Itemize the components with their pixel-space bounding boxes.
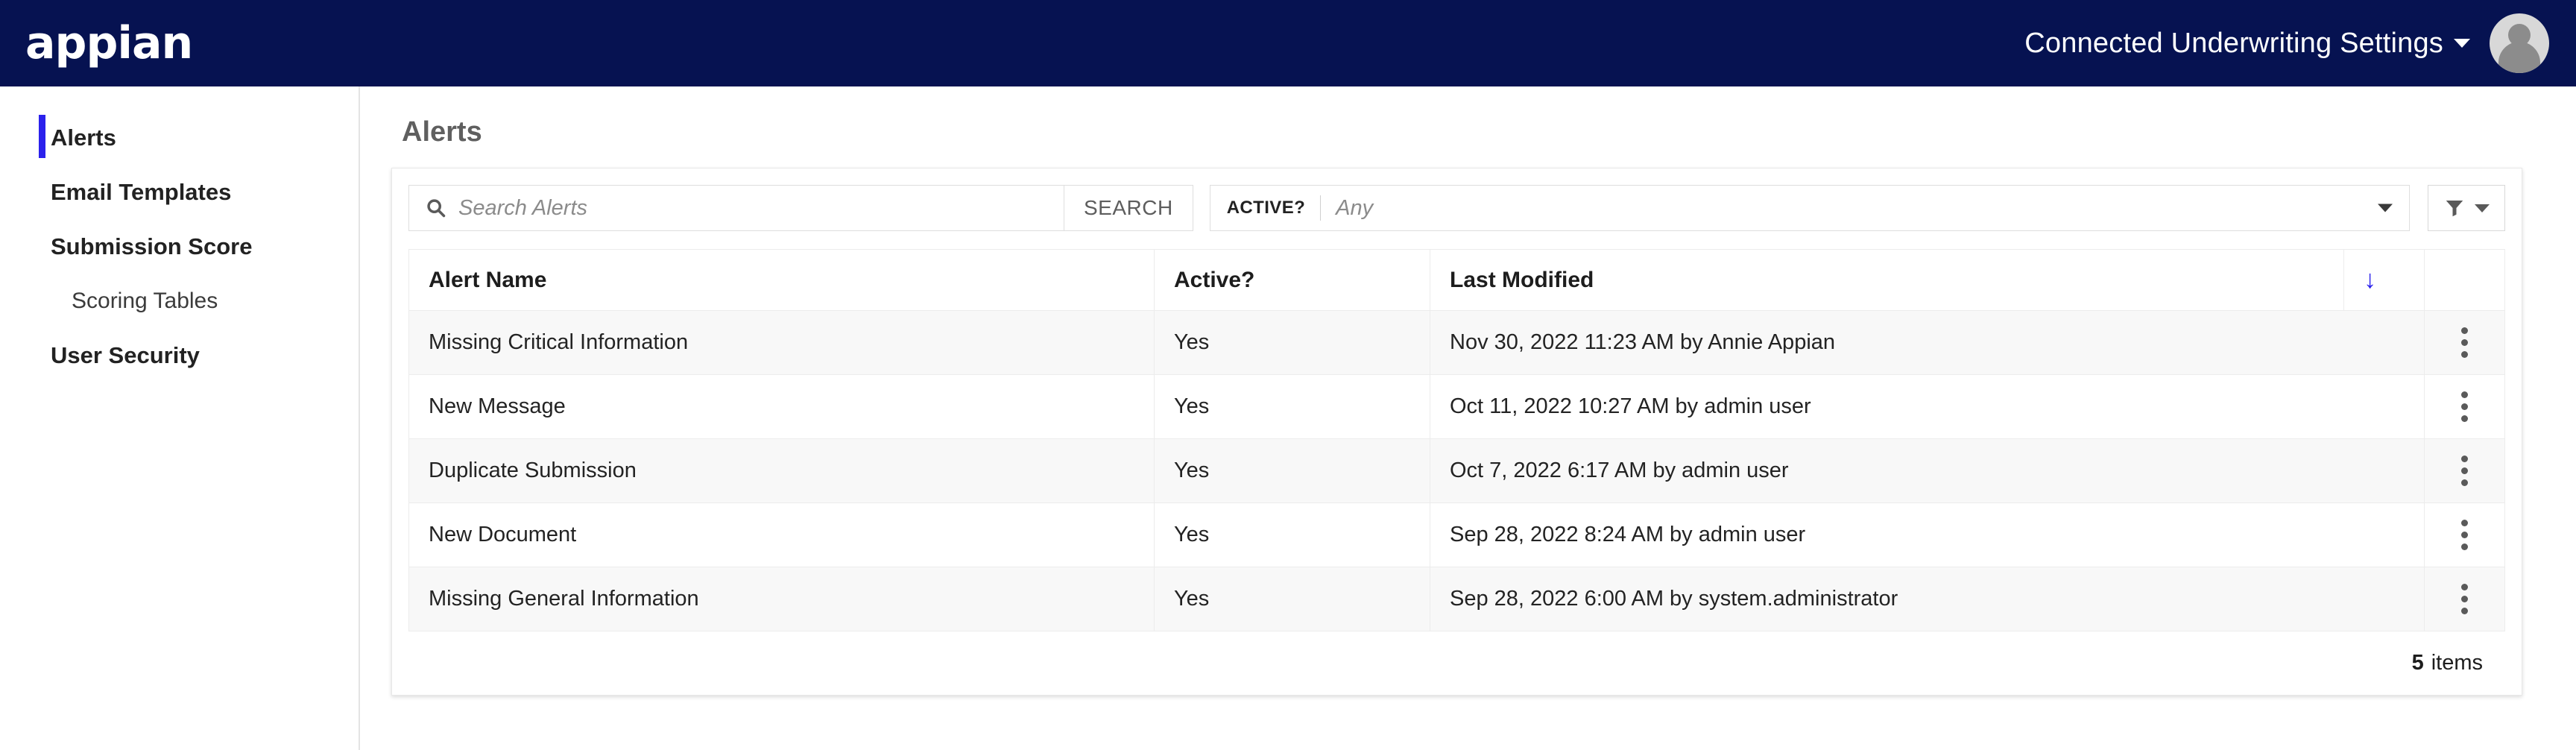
cell-active: Yes [1154,438,1430,503]
column-header-alert-name[interactable]: Alert Name [408,249,1155,311]
kebab-menu-icon[interactable] [2444,584,2485,614]
chevron-down-icon [2378,204,2393,212]
column-header-actions [2424,249,2505,311]
sidebar-item-label: User Security [51,341,200,368]
sidebar-item-label: Submission Score [51,233,253,260]
table-row[interactable]: New Document Yes Sep 28, 2022 8:24 AM by… [408,502,2505,567]
kebab-menu-icon[interactable] [2444,456,2485,486]
chevron-down-icon [2475,204,2490,212]
cell-active: Yes [1154,310,1430,375]
kebab-menu-icon[interactable] [2444,391,2485,422]
app-header: appian Connected Underwriting Settings [0,0,2576,86]
row-menu-cell[interactable] [2424,567,2505,631]
table-row[interactable]: Missing Critical Information Yes Nov 30,… [408,310,2505,375]
cell-last-modified: Oct 11, 2022 10:27 AM by admin user [1430,374,2425,439]
main-content: Alerts SEARCH ACTIVE? A [360,86,2576,750]
active-filter-label: ACTIVE? [1226,198,1306,218]
column-header-active[interactable]: Active? [1154,249,1430,311]
column-header-last-modified[interactable]: Last Modified [1430,249,2344,311]
table-row[interactable]: New Message Yes Oct 11, 2022 10:27 AM by… [408,374,2505,439]
arrow-down-icon: ↓ [2364,265,2376,294]
site-title: Connected Underwriting Settings [2024,27,2443,59]
cell-last-modified: Nov 30, 2022 11:23 AM by Annie Appian [1430,310,2425,375]
sidebar-item-submission-score[interactable]: Submission Score [0,219,359,274]
kebab-menu-icon[interactable] [2444,327,2485,358]
search-icon [426,198,446,218]
row-menu-cell[interactable] [2424,374,2505,439]
cell-alert-name: Missing Critical Information [408,310,1155,375]
sort-indicator-cell[interactable]: ↓ [2343,249,2425,311]
search-button[interactable]: SEARCH [1064,185,1193,231]
cell-active: Yes [1154,567,1430,631]
kebab-menu-icon[interactable] [2444,520,2485,550]
active-filter-value: Any [1336,195,1374,220]
item-count: 5 [2411,651,2424,675]
sidebar: Alerts Email Templates Submission Score … [0,86,360,750]
active-indicator [39,115,45,158]
avatar-body-icon [2498,42,2540,73]
search-box[interactable] [408,185,1064,231]
chevron-down-icon [2454,39,2470,48]
alerts-card: SEARCH ACTIVE? Any [391,168,2522,696]
header-right-cluster: Connected Underwriting Settings [2024,13,2549,73]
page-body: Alerts Email Templates Submission Score … [0,86,2576,750]
page-title: Alerts [402,116,482,148]
cell-alert-name: Duplicate Submission [408,438,1155,503]
appian-logo[interactable]: appian [25,21,193,66]
site-title-menu[interactable]: Connected Underwriting Settings [2024,28,2470,60]
funnel-icon [2443,197,2466,219]
cell-alert-name: New Message [408,374,1155,439]
table-body: Missing Critical Information Yes Nov 30,… [408,310,2505,631]
sidebar-item-label: Email Templates [51,179,232,206]
table-row[interactable]: Duplicate Submission Yes Oct 7, 2022 6:1… [408,438,2505,503]
sidebar-item-alerts[interactable]: Alerts [0,110,359,165]
cell-active: Yes [1154,502,1430,567]
row-menu-cell[interactable] [2424,438,2505,503]
filter-bar: SEARCH ACTIVE? Any [408,185,2505,231]
cell-alert-name: Missing General Information [408,567,1155,631]
sidebar-item-label: Scoring Tables [72,288,218,313]
table-header-row: Alert Name Active? Last Modified ↓ [408,249,2505,311]
sidebar-item-user-security[interactable]: User Security [0,328,359,382]
sidebar-item-label: Alerts [51,125,116,151]
alerts-table: Alert Name Active? Last Modified ↓ Missi… [408,249,2505,631]
grid-footer: 5 items [408,631,2505,695]
cell-last-modified: Sep 28, 2022 8:24 AM by admin user [1430,502,2425,567]
active-filter-dropdown[interactable]: ACTIVE? Any [1209,185,2410,231]
table-header: Alert Name Active? Last Modified ↓ [408,249,2505,311]
cell-last-modified: Oct 7, 2022 6:17 AM by admin user [1430,438,2425,503]
avatar[interactable] [2490,13,2549,73]
sidebar-item-scoring-tables[interactable]: Scoring Tables [0,274,359,328]
sidebar-item-email-templates[interactable]: Email Templates [0,165,359,219]
cell-alert-name: New Document [408,502,1155,567]
table-row[interactable]: Missing General Information Yes Sep 28, … [408,567,2505,631]
search-input[interactable] [458,195,1047,221]
item-count-label: items [2431,651,2483,675]
row-menu-cell[interactable] [2424,502,2505,567]
cell-last-modified: Sep 28, 2022 6:00 AM by system.administr… [1430,567,2425,631]
filter-button[interactable] [2428,185,2505,231]
divider [1320,195,1322,221]
cell-active: Yes [1154,374,1430,439]
row-menu-cell[interactable] [2424,310,2505,375]
